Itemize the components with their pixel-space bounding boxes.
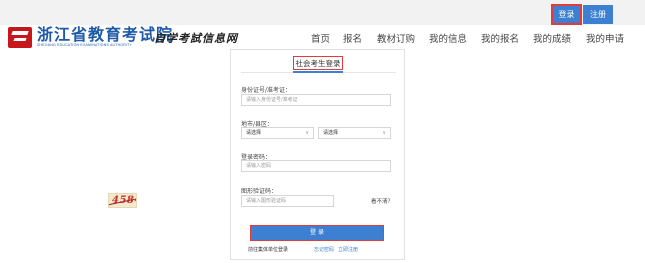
brand-emblem-icon (8, 26, 32, 48)
district-select-value: 请选择 (323, 130, 339, 136)
city-select-value: 请选择 (246, 130, 262, 136)
group-login-link[interactable]: 前往集体单位登录 (248, 246, 288, 253)
chevron-down-icon: ∨ (382, 130, 386, 136)
nav-my-registration[interactable]: 我的报名 (481, 31, 519, 45)
password-input[interactable]: 请输入密码 (241, 160, 391, 172)
tab-public-login[interactable]: 社会考生登录 (293, 56, 343, 70)
forgot-password-link[interactable]: 忘记密码 (314, 246, 334, 253)
captcha-input[interactable]: 请输入图形验证码 (241, 195, 334, 207)
register-now-link[interactable]: 立即注册 (338, 246, 358, 253)
district-select[interactable]: 请选择 ∨ (318, 127, 391, 139)
brand-subtitle: ZHEJIANG EDUCATION EXAMINATIONS AUTHORIT… (37, 43, 132, 47)
captcha-text: 4584 (112, 195, 136, 206)
nav-home[interactable]: 首页 (311, 31, 330, 45)
refresh-captcha-link[interactable]: 看不清？ (371, 197, 393, 205)
site-logo[interactable]: 浙江省教育考试院 ZHEJIANG EDUCATION EXAMINATIONS… (8, 25, 173, 49)
chevron-down-icon: ∨ (305, 130, 309, 136)
top-auth-bar (0, 0, 645, 25)
captcha-image[interactable]: 4584 (108, 193, 137, 208)
tab-active-underline (293, 71, 343, 73)
brand-title: 浙江省教育考试院 (37, 25, 174, 44)
nav-register[interactable]: 报名 (343, 31, 362, 45)
nav-textbooks[interactable]: 教材订购 (377, 31, 415, 45)
nav-my-applications[interactable]: 我的申请 (586, 31, 624, 45)
captcha-label: 图形验证码： (241, 188, 278, 195)
city-select[interactable]: 请选择 ∨ (241, 127, 314, 139)
submit-login-button[interactable]: 登 录 (250, 225, 384, 241)
site-name: 自学考試信息网 (154, 32, 238, 45)
id-label: 身份证号/准考证： (241, 87, 292, 94)
id-input[interactable]: 请输入身份证号/准考证 (241, 94, 391, 106)
nav-my-info[interactable]: 我的信息 (429, 31, 467, 45)
login-button[interactable]: 登录 (551, 4, 582, 25)
register-button[interactable]: 注册 (583, 5, 613, 24)
nav-my-scores[interactable]: 我的成绩 (533, 31, 571, 45)
